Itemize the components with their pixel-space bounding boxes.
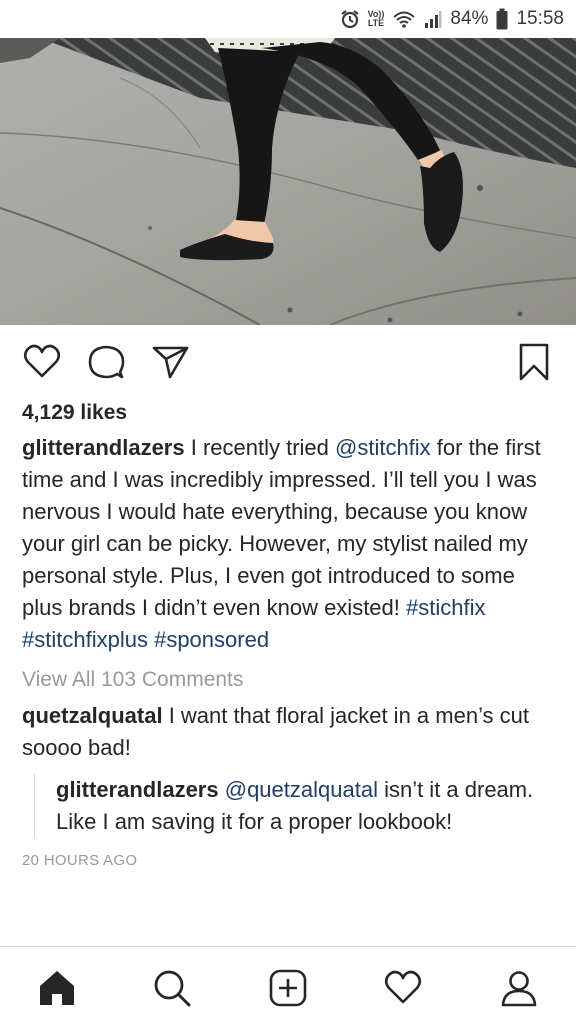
caption-username[interactable]: glitterandlazers	[22, 435, 185, 460]
post-details: 4,129 likes glitterandlazers I recently …	[22, 398, 558, 872]
comment-reply: glitterandlazers @quetzalquatal isn’t it…	[34, 774, 558, 838]
caption-text-2: for the first time and I was incredibly …	[22, 435, 541, 620]
hashtag-stichfix[interactable]: #stichfix	[406, 595, 485, 620]
search-icon[interactable]	[149, 965, 195, 1011]
comment: quetzalquatal I want that floral jacket …	[22, 700, 558, 764]
add-post-icon[interactable]	[265, 965, 311, 1011]
share-icon[interactable]	[148, 340, 192, 384]
heart-icon[interactable]	[20, 340, 64, 384]
signal-icon	[424, 9, 442, 29]
status-bar: Vo)) LTE 84% 15:58	[0, 0, 576, 38]
likes-count[interactable]: 4,129 likes	[22, 398, 558, 428]
caption-mention[interactable]: @stitchfix	[335, 435, 431, 460]
post-timestamp: 20 HOURS AGO	[22, 852, 138, 869]
reply-username[interactable]: glitterandlazers	[56, 777, 219, 802]
caption-text-1: I recently tried	[184, 435, 335, 460]
post-caption: glitterandlazers I recently tried @stitc…	[22, 432, 558, 656]
hashtag-stitchfixplus[interactable]: #stitchfixplus	[22, 627, 148, 652]
bottom-nav	[0, 946, 576, 1024]
alarm-icon	[340, 9, 360, 29]
comment-username[interactable]: quetzalquatal	[22, 703, 163, 728]
hashtag-sponsored[interactable]: #sponsored	[154, 627, 269, 652]
home-icon[interactable]	[34, 965, 80, 1011]
view-all-comments-link[interactable]: View All 103 Comments	[22, 665, 558, 695]
profile-icon[interactable]	[496, 965, 542, 1011]
comment-icon[interactable]	[84, 340, 128, 384]
battery-percent: 84%	[450, 8, 489, 29]
bookmark-icon[interactable]	[512, 340, 556, 384]
battery-icon	[496, 8, 508, 30]
status-time: 15:58	[516, 8, 564, 29]
wifi-icon	[392, 9, 416, 29]
volte-icon: Vo)) LTE	[368, 10, 385, 28]
reply-mention[interactable]: @quetzalquatal	[225, 777, 378, 802]
volte-bottom-label: LTE	[367, 18, 385, 28]
post-actions	[0, 340, 576, 386]
post-photo[interactable]	[0, 38, 576, 325]
activity-heart-icon[interactable]	[380, 965, 426, 1011]
